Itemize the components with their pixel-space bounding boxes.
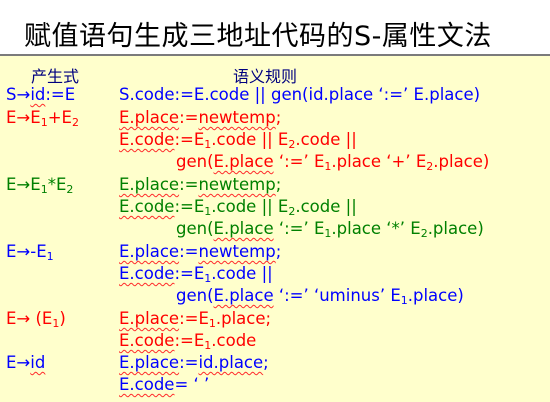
rule-id-code: E.code= ‘ ’ xyxy=(119,375,210,394)
production-uminus: E→-E1 xyxy=(6,242,54,263)
rule-uminus-place: E.place:=newtemp; xyxy=(119,242,282,261)
production-mul: E→E1*E2 xyxy=(6,175,74,196)
rule-id-place: E.place:=id.place; xyxy=(119,353,269,372)
rule-mul-gen: gen(E.place ‘:=’ E1.place ‘*’ E2.place) xyxy=(176,219,484,240)
production-id: E→id xyxy=(6,353,46,372)
production-add: E→E1+E2 xyxy=(6,108,79,129)
rule-add-place: E.place:=newtemp; xyxy=(119,108,282,127)
rule-add-gen: gen(E.place ‘:=’ E1.place ‘+’ E2.place) xyxy=(176,152,490,173)
slide-title: 赋值语句生成三地址代码的S-属性文法 xyxy=(24,21,492,52)
semantic-rules-header: 语义规则 xyxy=(233,67,298,86)
production-header: 产生式 xyxy=(31,67,80,86)
production-paren: E→ (E1) xyxy=(6,309,66,330)
production-assign: S→id:=E xyxy=(6,85,76,104)
rule-assign-code: S.code:=E.code || gen(id.place ‘:=’ E.pl… xyxy=(119,85,481,104)
rule-mul-place: E.place:=newtemp; xyxy=(119,175,282,194)
rule-uminus-gen: gen(E.place ‘:=’ ‘uminus’ E1.place) xyxy=(176,286,464,307)
